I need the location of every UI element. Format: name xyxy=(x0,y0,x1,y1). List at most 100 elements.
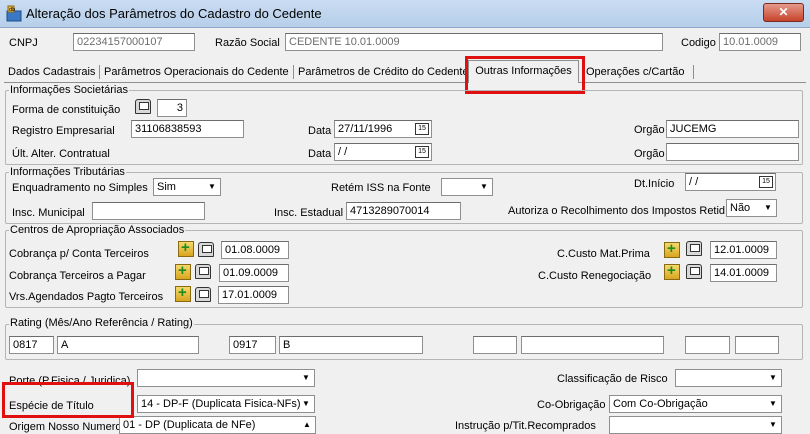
tab-dados-cadastrais[interactable]: Dados Cadastrais xyxy=(8,64,95,82)
tab-divider xyxy=(693,65,694,79)
chevron-down-icon: ▼ xyxy=(764,203,772,212)
coobrigacao-select[interactable]: Com Co-Obrigação ▼ xyxy=(609,395,782,413)
origem-value: 01 - DP (Duplicata de NFe) xyxy=(123,419,256,431)
calendar-icon[interactable]: 15 xyxy=(759,176,773,188)
tab-parametros-credito[interactable]: Parâmetros de Crédito do Cedente xyxy=(298,64,468,82)
tab-operacoes-cartao[interactable]: Operações c/Cartão xyxy=(586,64,684,82)
vrs-field[interactable]: 17.01.0009 xyxy=(218,286,289,304)
origem-label: Origem Nosso Numero xyxy=(9,421,122,433)
app-icon: db xyxy=(6,5,23,22)
codigo-field[interactable]: 10.01.0009 xyxy=(719,33,801,51)
data-field[interactable]: 27/11/1996 15 xyxy=(334,120,432,138)
print-icon[interactable] xyxy=(195,264,211,279)
porte-select[interactable]: ▼ xyxy=(137,369,315,387)
svg-text:db: db xyxy=(9,7,15,13)
classificacao-select[interactable]: ▼ xyxy=(675,369,782,387)
rating-month-field[interactable]: 0817 xyxy=(9,336,54,354)
highlight-tab-box xyxy=(465,56,585,94)
forma-field[interactable]: 3 xyxy=(157,99,187,117)
cnpj-field[interactable]: 02234157000107 xyxy=(73,33,195,51)
forma-label: Forma de constituição xyxy=(12,104,121,116)
rating-month-field[interactable] xyxy=(685,336,730,354)
window-title: Alteração dos Parâmetros do Cadastro do … xyxy=(26,6,322,21)
registro-field[interactable]: 31106838593 xyxy=(131,120,244,138)
cobranca-field[interactable]: 01.08.0009 xyxy=(221,241,289,259)
razao-field[interactable]: CEDENTE 10.01.0009 xyxy=(285,33,663,51)
autoriza-label: Autoriza o Recolhimento dos Impostos Ret… xyxy=(508,205,726,217)
tab-divider xyxy=(293,65,294,79)
estadual-field[interactable]: 4713289070014 xyxy=(346,202,461,220)
data2-label: Data xyxy=(308,148,332,160)
add-icon[interactable] xyxy=(178,239,194,257)
chevron-down-icon: ▼ xyxy=(769,420,777,429)
highlight-especie-box xyxy=(2,382,134,418)
orgao-field[interactable]: JUCEMG xyxy=(666,120,799,138)
razao-label: Razão Social xyxy=(215,37,280,49)
coobrigacao-label: Co-Obrigação xyxy=(537,399,606,411)
calendar-icon[interactable]: 15 xyxy=(415,146,429,158)
rating-month-field[interactable] xyxy=(473,336,517,354)
rating-value-field[interactable]: B xyxy=(279,336,423,354)
chevron-down-icon: ▼ xyxy=(208,182,216,191)
print-icon[interactable] xyxy=(686,264,702,279)
orgao2-label: Orgão xyxy=(634,148,665,160)
terceiros-field[interactable]: 01.09.0009 xyxy=(219,264,289,282)
chevron-down-icon: ▼ xyxy=(769,373,777,382)
close-button[interactable]: ✕ xyxy=(763,3,804,22)
group-societarias-title: Informações Societárias xyxy=(9,84,129,96)
add-icon[interactable] xyxy=(175,262,191,280)
add-icon[interactable] xyxy=(664,240,680,258)
reneg-label: C.Custo Renegociação xyxy=(538,270,652,282)
vrs-label: Vrs.Agendados Pagto Terceiros xyxy=(9,291,164,303)
especie-value: 14 - DP-F (Duplicata Fisica-NFs) xyxy=(141,398,301,410)
simples-value: Sim xyxy=(157,181,176,193)
data-label: Data xyxy=(308,125,332,137)
ult-alter-label: Últ. Alter. Contratual xyxy=(12,148,110,160)
origem-select[interactable]: 01 - DP (Duplicata de NFe) ▲ xyxy=(119,416,316,434)
rating-value-field[interactable] xyxy=(735,336,779,354)
chevron-down-icon: ▼ xyxy=(302,399,310,408)
calendar-icon[interactable]: 15 xyxy=(415,123,429,135)
materia-label: C.Custo Mat.Prima xyxy=(557,248,650,260)
group-rating-title: Rating (Mês/Ano Referência / Rating) xyxy=(9,317,194,329)
chevron-up-icon: ▲ xyxy=(303,420,311,429)
municipal-field[interactable] xyxy=(92,202,205,220)
tab-parametros-operacionais[interactable]: Parâmetros Operacionais do Cedente xyxy=(104,64,289,82)
data2-field[interactable]: / / 15 xyxy=(334,143,432,161)
data-value: 27/11/1996 xyxy=(338,123,393,135)
simples-label: Enquadramento no Simples xyxy=(12,182,148,194)
materia-field[interactable]: 12.01.0009 xyxy=(710,241,777,259)
orgao-label: Orgão xyxy=(634,124,665,136)
rating-value-field[interactable] xyxy=(521,336,664,354)
print-icon[interactable] xyxy=(195,287,211,302)
dtinicio-value: / / xyxy=(689,176,699,188)
iss-label: Retém ISS na Fonte xyxy=(331,182,431,194)
group-tributarias-title: Informações Tributárias xyxy=(9,166,126,178)
classificacao-label: Classificação de Risco xyxy=(557,373,668,385)
autoriza-select[interactable]: Não ▼ xyxy=(726,199,777,217)
terceiros-label: Cobrança Terceiros a Pagar xyxy=(9,270,146,282)
municipal-label: Insc. Municipal xyxy=(12,207,85,219)
autoriza-value: Não xyxy=(730,202,751,214)
add-icon[interactable] xyxy=(175,284,191,302)
coobrigacao-value: Com Co-Obrigação xyxy=(613,398,708,410)
iss-select[interactable]: ▼ xyxy=(441,178,493,196)
print-icon[interactable] xyxy=(686,241,702,256)
instrucao-select[interactable]: ▼ xyxy=(609,416,782,434)
codigo-label: Codigo xyxy=(681,37,716,49)
chevron-down-icon: ▼ xyxy=(769,399,777,408)
add-icon[interactable] xyxy=(664,262,680,280)
especie-select[interactable]: 14 - DP-F (Duplicata Fisica-NFs) ▼ xyxy=(137,395,315,413)
reneg-field[interactable]: 14.01.0009 xyxy=(710,264,777,282)
cobranca-label: Cobrança p/ Conta Terceiros xyxy=(9,248,149,260)
chevron-down-icon: ▼ xyxy=(480,182,488,191)
print-icon[interactable] xyxy=(135,99,151,114)
orgao2-field[interactable] xyxy=(666,143,799,161)
instrucao-label: Instrução p/Tit.Recomprados xyxy=(455,420,596,432)
print-icon[interactable] xyxy=(198,242,214,257)
rating-month-field[interactable]: 0917 xyxy=(229,336,276,354)
simples-select[interactable]: Sim ▼ xyxy=(153,178,221,196)
group-centros-title: Centros de Apropriação Associados xyxy=(9,224,186,236)
rating-value-field[interactable]: A xyxy=(57,336,199,354)
dtinicio-field[interactable]: / / 15 xyxy=(685,173,776,191)
